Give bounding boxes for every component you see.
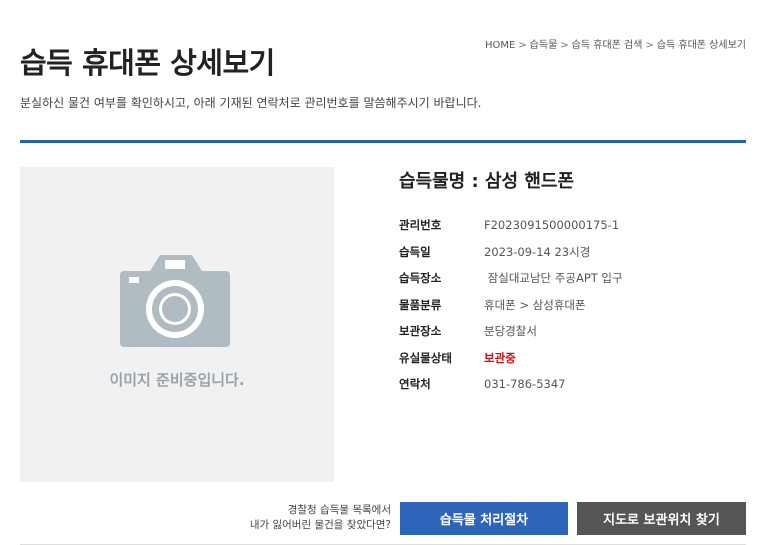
item-image-placeholder: 이미지 준비중입니다. [20,167,334,482]
info-label: 유실물상태 [399,350,452,365]
breadcrumb-phone-search-link[interactable]: 습득 휴대폰 검색 [572,40,643,51]
info-row-management-number: 관리번호 F2023091500000175-1 [399,212,623,239]
breadcrumb-current: 습득 휴대폰 상세보기 [656,40,746,51]
breadcrumb: HOME > 습득물 > 습득 휴대폰 검색 > 습득 휴대폰 상세보기 [485,36,746,51]
info-row-found-date: 습득일 2023-09-14 23시경 [399,239,623,266]
info-row-category: 물품분류 휴대폰 > 삼성휴대폰 [399,292,623,319]
info-label: 연락처 [399,377,431,392]
info-row-contact: 연락처 031-786-5347 [399,371,623,398]
info-label: 습득장소 [399,271,442,286]
info-row-status: 유실물상태 보관중 [399,345,623,372]
help-text-line-2: 내가 잃어버린 물건을 찾았다면? [249,519,391,531]
find-storage-on-map-button[interactable]: 지도로 보관위치 찾기 [577,502,746,535]
info-value: 2023-09-14 23시경 [484,244,591,259]
info-row-storage-place: 보관장소 분당경찰서 [399,318,623,345]
page-title: 습득 휴대폰 상세보기 [20,46,275,80]
breadcrumb-separator: > [560,40,569,51]
breadcrumb-separator: > [518,40,527,51]
info-value: 휴대폰 > 삼성휴대폰 [484,297,586,312]
item-info-table: 관리번호 F2023091500000175-1 습득일 2023-09-14 … [399,212,623,398]
info-value: 잠실대교남단 주공APT 입구 [484,271,623,286]
processing-procedure-button[interactable]: 습득물 처리절차 [400,502,568,535]
info-label: 물품분류 [399,297,442,312]
info-row-found-place: 습득장소 잠실대교남단 주공APT 입구 [399,265,623,292]
header-divider [20,140,746,143]
info-value: 분당경찰서 [484,324,537,339]
camera-icon [120,255,230,347]
info-label: 습득일 [399,244,431,259]
help-text-line-1: 경찰청 습득물 목록에서 [287,504,391,516]
item-title: 습득물명 : 삼성 핸드폰 [399,171,575,192]
breadcrumb-home-link[interactable]: HOME [485,40,515,51]
breadcrumb-separator: > [645,40,654,51]
status-badge: 보관중 [484,350,516,365]
breadcrumb-found-items-link[interactable]: 습득물 [530,40,558,51]
info-label: 보관장소 [399,324,442,339]
info-label: 관리번호 [399,218,442,233]
info-value: 031-786-5347 [484,377,566,392]
help-text: 경찰청 습득물 목록에서 내가 잃어버린 물건을 찾았다면? [250,503,391,533]
page-subtitle: 분실하신 물건 여부를 확인하시고, 아래 기재된 연락처로 관리번호를 말씀해… [20,96,482,110]
image-placeholder-text: 이미지 준비중입니다. [109,371,245,389]
info-value: F2023091500000175-1 [484,218,620,233]
